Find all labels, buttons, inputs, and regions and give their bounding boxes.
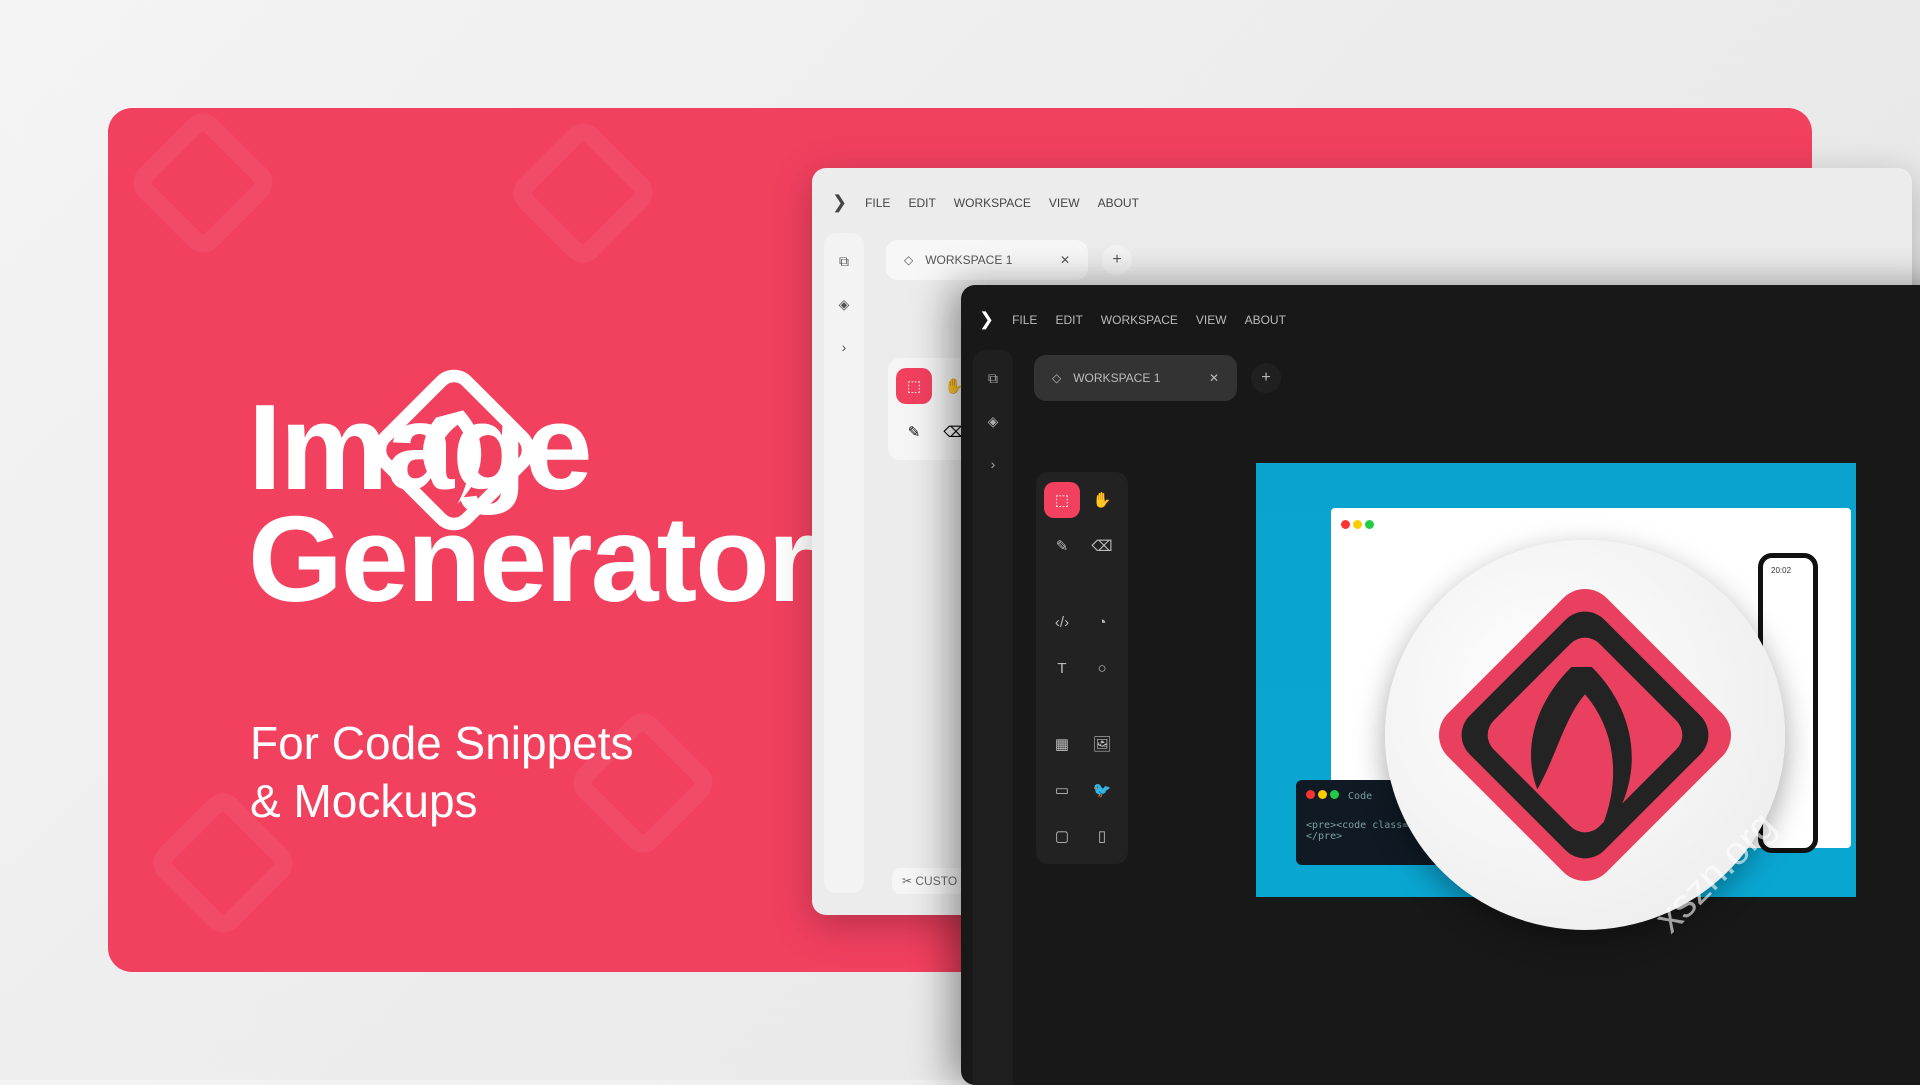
menu-view[interactable]: VIEW: [1196, 313, 1227, 327]
shape-tool-icon[interactable]: ◔: [1084, 604, 1120, 640]
twitter-tool-icon[interactable]: 🐦: [1084, 772, 1120, 808]
select-tool-icon[interactable]: ⬚: [896, 368, 932, 404]
expand-chevron-icon[interactable]: ›: [991, 456, 996, 472]
pen-tool-icon[interactable]: ✎: [896, 414, 932, 450]
tool-panel: ⬚ ✋ ✎ ⌫ ‹/› ◔ T ○ ▦ 🖼 ▭ 🐦 ▢ ▯: [1036, 472, 1128, 864]
hand-tool-icon[interactable]: ✋: [1084, 482, 1120, 518]
code-tab-label: Code: [1348, 791, 1373, 802]
fill-icon[interactable]: ◈: [988, 413, 999, 430]
circle-tool-icon[interactable]: ○: [1084, 650, 1120, 686]
menu-file[interactable]: FILE: [1012, 313, 1037, 327]
app-logo-icon: ❯: [979, 309, 995, 329]
code-tool-icon[interactable]: ‹/›: [1044, 604, 1080, 640]
title-line-2: Generator: [248, 491, 815, 627]
tab-label: WORKSPACE 1: [1073, 371, 1161, 385]
image-tool-icon[interactable]: 🖼: [1084, 726, 1120, 762]
layers-icon[interactable]: ⧉: [839, 253, 849, 270]
menu-view[interactable]: VIEW: [1049, 196, 1080, 210]
watermark-pattern: [505, 115, 661, 271]
add-tab-button[interactable]: +: [1251, 363, 1281, 393]
phone-frame-tool-icon[interactable]: ▯: [1084, 818, 1120, 854]
title-line-1: Image: [248, 379, 593, 515]
menu-workspace[interactable]: WORKSPACE: [1101, 313, 1178, 327]
close-tab-icon[interactable]: ✕: [1209, 371, 1219, 385]
watermark-pattern: [125, 108, 281, 261]
close-tab-icon[interactable]: ✕: [1060, 253, 1070, 267]
grid-tool-icon[interactable]: ▦: [1044, 726, 1080, 762]
add-tab-button[interactable]: +: [1102, 245, 1132, 275]
menu-edit[interactable]: EDIT: [1055, 313, 1082, 327]
menu-about[interactable]: ABOUT: [1098, 196, 1139, 210]
menu-workspace[interactable]: WORKSPACE: [954, 196, 1031, 210]
app-logo-icon: ❯: [832, 192, 848, 212]
tools-icon: ✂: [902, 874, 916, 888]
fill-icon[interactable]: ◈: [839, 296, 850, 313]
select-tool-icon[interactable]: ⬚: [1044, 482, 1080, 518]
diamond-icon: ◇: [1052, 371, 1062, 385]
tab-workspace-1[interactable]: ◇ WORKSPACE 1 ✕: [886, 240, 1088, 280]
menu-about[interactable]: ABOUT: [1245, 313, 1286, 327]
sidebar: ⧉ ◈ ›: [824, 233, 864, 893]
sidebar: ⧉ ◈ ›: [973, 350, 1013, 1085]
expand-chevron-icon[interactable]: ›: [842, 339, 847, 355]
tab-label: WORKSPACE 1: [925, 253, 1013, 267]
subtitle-line-2: & Mockups: [250, 775, 478, 827]
eraser-tool-icon[interactable]: ⌫: [1084, 528, 1120, 564]
menu-bar: ❯ FILE EDIT WORKSPACE VIEW ABOUT: [832, 192, 1139, 213]
menu-file[interactable]: FILE: [865, 196, 890, 210]
tab-workspace-1[interactable]: ◇ WORKSPACE 1 ✕: [1034, 355, 1237, 401]
diamond-icon: ◇: [904, 253, 914, 267]
subtitle-line-1: For Code Snippets: [250, 717, 634, 769]
rounded-rect-tool-icon[interactable]: ▭: [1044, 772, 1080, 808]
phone-time: 20:02: [1771, 566, 1792, 575]
text-tool-icon[interactable]: T: [1044, 650, 1080, 686]
custom-button[interactable]: ✂ CUSTO: [892, 868, 968, 894]
menu-bar: ❯ FILE EDIT WORKSPACE VIEW ABOUT: [979, 309, 1286, 330]
layers-icon[interactable]: ⧉: [988, 370, 998, 387]
menu-edit[interactable]: EDIT: [908, 196, 935, 210]
custom-label: CUSTO: [915, 874, 958, 888]
browser-frame-tool-icon[interactable]: ▢: [1044, 818, 1080, 854]
pen-tool-icon[interactable]: ✎: [1044, 528, 1080, 564]
